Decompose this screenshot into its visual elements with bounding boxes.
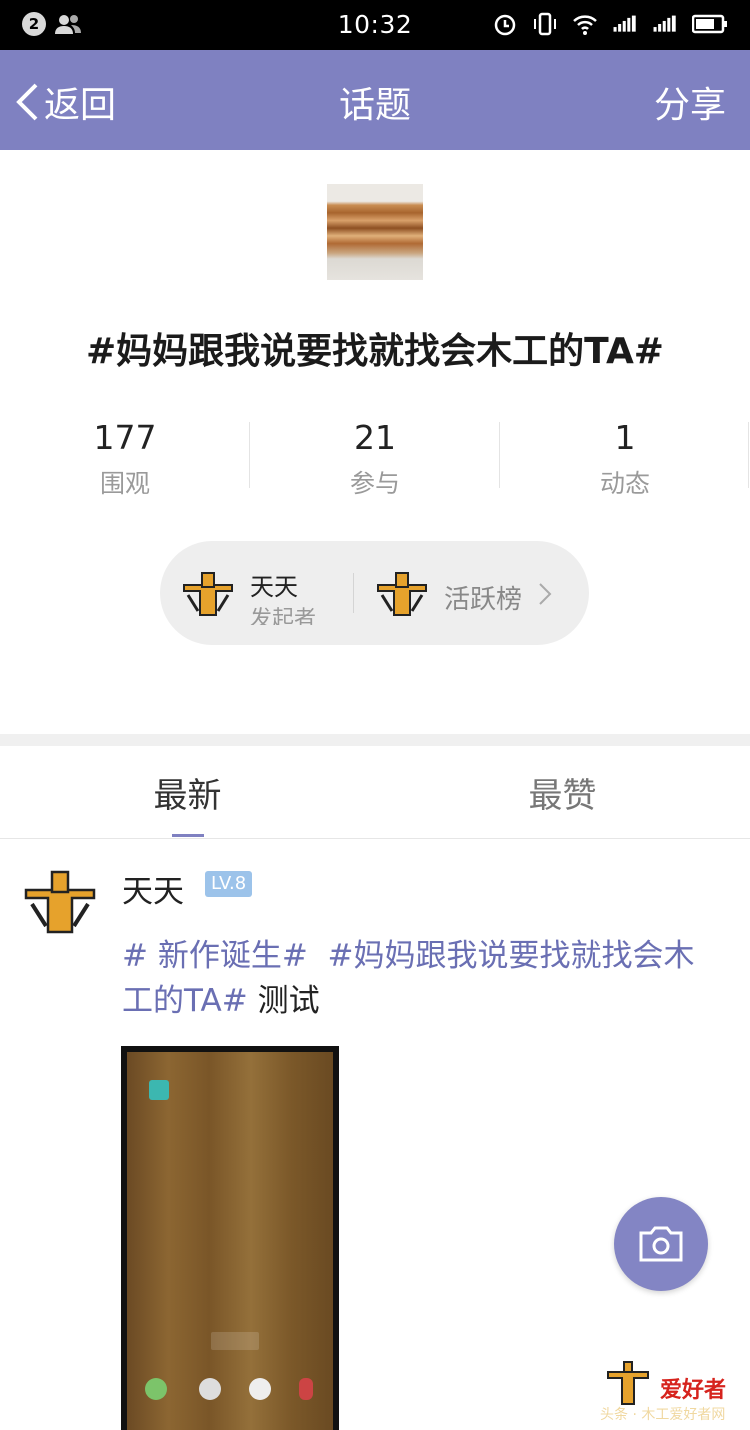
- initiator-role: 发起者: [250, 607, 317, 625]
- signal-1-icon: [613, 15, 636, 32]
- stat-posts: 1 动态: [500, 418, 750, 500]
- page-title: 话题: [338, 85, 411, 126]
- nav-bar: 返回 话题 分享: [0, 50, 750, 150]
- stat-label: 动态: [599, 469, 650, 498]
- tab-latest[interactable]: 最新: [0, 768, 375, 817]
- stat-value: 21: [354, 418, 396, 457]
- hashtag-link[interactable]: # 新作诞生#: [122, 938, 308, 974]
- chevron-right-icon: [539, 583, 552, 605]
- topic-cover-image[interactable]: [327, 184, 423, 280]
- section-divider: [0, 734, 750, 746]
- camera-button[interactable]: [614, 1197, 708, 1291]
- divider: [353, 573, 354, 613]
- divider: [748, 422, 749, 488]
- tab-most-liked[interactable]: 最赞: [375, 768, 750, 817]
- ranking-avatar: [377, 572, 427, 616]
- vibrate-icon: [534, 12, 556, 36]
- tab-indicator: [172, 834, 204, 837]
- topic-title: #妈妈跟我说要找就找会木工的TA#: [86, 331, 664, 372]
- watermark-brand: 爱好者: [660, 1378, 727, 1403]
- post-author-name[interactable]: 天天: [122, 866, 184, 911]
- stat-views: 177 围观: [0, 418, 250, 500]
- camera-icon: [639, 1226, 683, 1262]
- status-bar: 2 10:32: [0, 0, 750, 50]
- battery-icon: [692, 14, 727, 34]
- alarm-icon: [494, 14, 516, 36]
- stat-participants: 21 参与: [250, 418, 500, 500]
- initiator-ranking-pill: 天天 发起者 活跃榜: [160, 541, 589, 645]
- stat-value: 1: [614, 418, 636, 457]
- signal-2-icon: [653, 15, 676, 32]
- wifi-icon: [573, 15, 597, 35]
- tab-bar: 最新 最赞: [0, 746, 750, 839]
- post-image-content: [127, 1052, 333, 1430]
- post-author-avatar[interactable]: [22, 864, 98, 938]
- stat-label: 参与: [349, 469, 400, 498]
- initiator-name[interactable]: 天天: [250, 567, 298, 602]
- initiator-avatar[interactable]: [180, 565, 236, 621]
- share-button[interactable]: 分享: [654, 76, 726, 128]
- watermark-subtext: 头条 · 木工爱好者网: [600, 1407, 726, 1423]
- stat-label: 围观: [99, 469, 150, 498]
- level-badge: LV.8: [205, 871, 253, 897]
- post-image[interactable]: [121, 1046, 339, 1430]
- ranking-link[interactable]: 活跃榜: [444, 579, 522, 616]
- topic-stats: 177 围观 21 参与 1 动态: [0, 418, 750, 502]
- post-text: # 新作诞生# #妈妈跟我说要找就找会木工的TA# 测试: [122, 934, 722, 1024]
- stat-value: 177: [93, 418, 157, 457]
- post-body: 测试: [247, 983, 320, 1019]
